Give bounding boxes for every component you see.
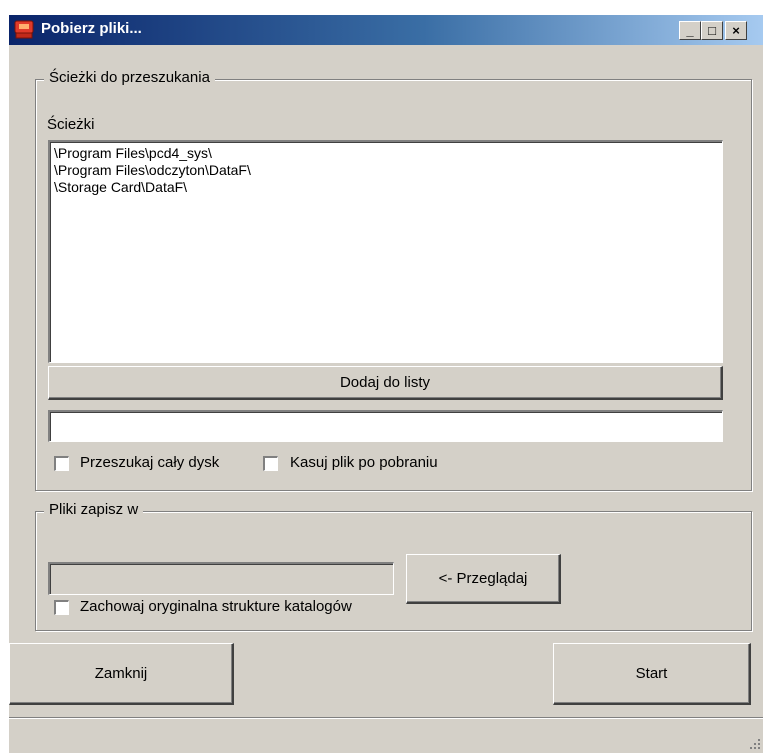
close-icon: × bbox=[732, 23, 740, 38]
save-folder-field[interactable] bbox=[48, 562, 394, 595]
path-input[interactable] bbox=[48, 410, 723, 442]
status-bar bbox=[9, 718, 763, 753]
start-button[interactable]: Start bbox=[553, 643, 751, 705]
title-bar[interactable]: Pobierz pliki... _ □ × bbox=[9, 15, 763, 45]
window-title: Pobierz pliki... bbox=[41, 20, 142, 37]
minimize-button[interactable]: _ bbox=[679, 21, 701, 40]
app-icon bbox=[14, 20, 34, 39]
maximize-button[interactable]: □ bbox=[701, 21, 723, 40]
list-item[interactable]: \Program Files\odczyton\DataF\ bbox=[54, 162, 718, 179]
close-window-button[interactable]: × bbox=[725, 21, 747, 40]
start-button-label: Start bbox=[635, 665, 668, 682]
paths-list[interactable]: \Program Files\pcd4_sys\ \Program Files\… bbox=[48, 140, 723, 363]
search-paths-legend: Ścieżki do przeszukania bbox=[44, 69, 215, 86]
browse-label: <- Przeglądaj bbox=[438, 570, 528, 587]
list-item[interactable]: \Storage Card\DataF\ bbox=[54, 179, 718, 196]
resize-grip-icon[interactable] bbox=[747, 736, 761, 750]
minimize-icon: _ bbox=[686, 23, 694, 38]
save-location-legend: Pliki zapisz w bbox=[44, 501, 144, 518]
keep-structure-label: Zachowaj oryginalna strukture katalogów bbox=[80, 598, 352, 615]
search-whole-disk-label: Przeszukaj cały dysk bbox=[80, 454, 220, 471]
close-button-label: Zamknij bbox=[94, 665, 148, 682]
browse-button[interactable]: <- Przeglądaj bbox=[406, 554, 561, 604]
paths-label: Ścieżki bbox=[47, 116, 95, 133]
search-whole-disk-checkbox[interactable] bbox=[54, 456, 69, 471]
download-files-window: Pobierz pliki... _ □ × Ścieżki do przesz… bbox=[8, 14, 763, 753]
search-paths-group: Ścieżki do przeszukania Ścieżki \Program… bbox=[35, 69, 752, 491]
delete-after-download-checkbox[interactable] bbox=[263, 456, 278, 471]
add-to-list-label: Dodaj do listy bbox=[339, 374, 431, 391]
save-location-group: Pliki zapisz w <- Przeglądaj Zachowaj or… bbox=[35, 501, 752, 631]
close-button[interactable]: Zamknij bbox=[9, 643, 234, 705]
add-to-list-button[interactable]: Dodaj do listy bbox=[48, 366, 723, 400]
keep-structure-checkbox[interactable] bbox=[54, 600, 69, 615]
maximize-icon: □ bbox=[708, 23, 716, 38]
delete-after-download-label: Kasuj plik po pobraniu bbox=[290, 454, 438, 471]
list-item[interactable]: \Program Files\pcd4_sys\ bbox=[54, 145, 718, 162]
